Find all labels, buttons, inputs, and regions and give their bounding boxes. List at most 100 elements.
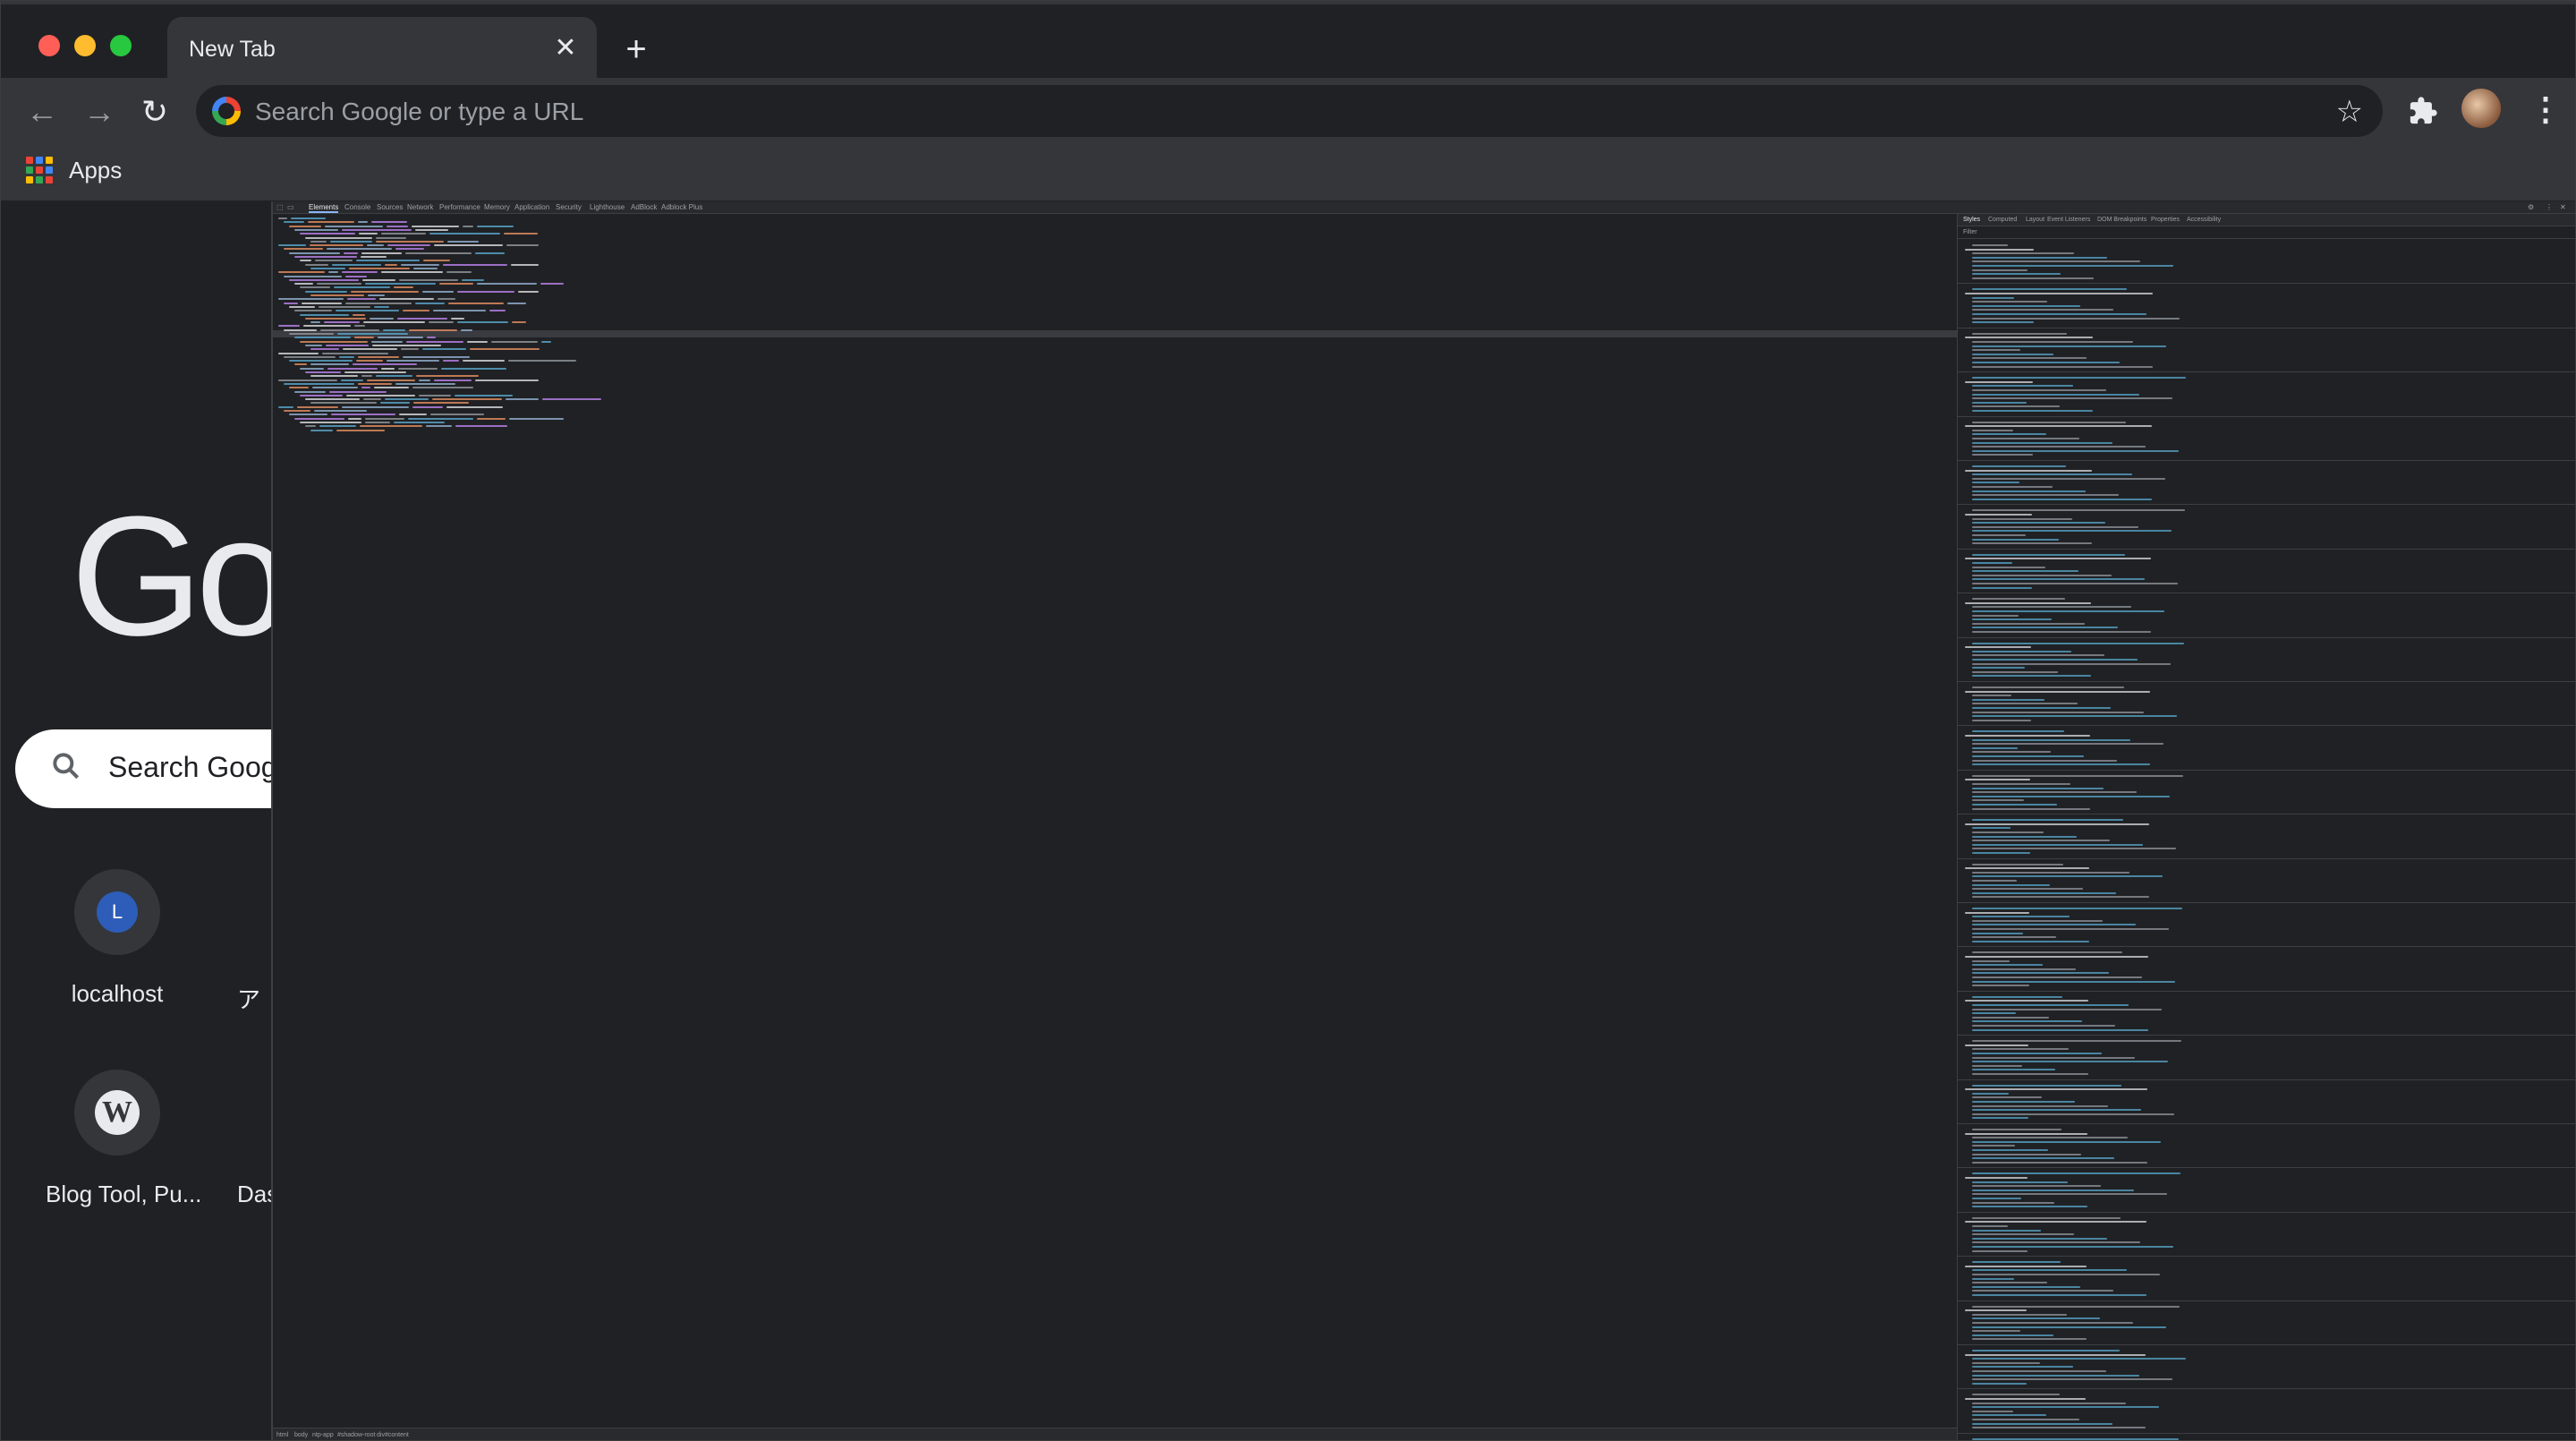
devtools-tab-adblock-plus[interactable]: Adblock Plus [661,203,702,211]
devtools-tab-adblock[interactable]: AdBlock [631,203,657,211]
breadcrumb-item[interactable]: body [294,1432,308,1438]
styles-tab-computed[interactable]: Computed [1988,217,2017,223]
dom-tree-line [409,328,457,331]
styles-tab-properties[interactable]: Properties [2151,217,2180,223]
tab-new-tab[interactable]: New Tab ✕ [167,17,597,81]
dom-tree-line [412,387,473,389]
devtools-device-icon[interactable]: ▭ [287,203,294,211]
style-declaration-line [1965,823,2149,825]
style-declaration-line [1972,353,2053,355]
style-declaration-line [1972,819,2123,822]
window-minimize-button[interactable] [74,35,96,56]
new-tab-button[interactable]: + [618,31,654,69]
dom-tree-line [331,414,395,416]
bookmark-star-icon[interactable]: ☆ [2336,94,2363,130]
style-declaration-line [1972,1427,2146,1429]
devtools-tab-elements[interactable]: Elements [309,203,339,213]
devtools-inspect-icon[interactable]: ⬚ [276,203,284,211]
dom-tree-line [359,233,378,235]
dom-tree-line [462,278,484,281]
back-icon[interactable]: ← [24,94,60,130]
style-rule-separator [1958,1344,2575,1345]
style-declaration-line [1965,469,2092,472]
dom-tree-line [294,337,351,339]
style-declaration-line [1965,779,2030,781]
devtools-tab-performance[interactable]: Performance [439,203,480,211]
style-declaration-line [1972,574,2112,576]
style-declaration-line [1972,349,2020,352]
forward-icon[interactable]: → [81,94,117,130]
style-declaration-line [1972,1378,2172,1381]
dom-tree-line [336,429,385,431]
styles-tab-styles[interactable]: Styles [1963,217,1980,223]
styles-tab-event-listeners[interactable]: Event Listeners [2047,217,2090,223]
shortcut-label-partial[interactable]: ア [237,982,260,1015]
devtools-more-icon[interactable]: ⋮ [2546,203,2553,211]
breadcrumb-item[interactable]: div#content [377,1432,409,1438]
style-declaration-line [1972,1004,2129,1006]
breadcrumb-item[interactable]: ntp-app [312,1432,334,1438]
style-declaration-line [1972,486,2053,488]
styles-tab-dom-breakpoints[interactable]: DOM Breakpoints [2097,217,2147,223]
puzzle-icon[interactable] [2408,96,2438,126]
style-declaration-line [1972,1140,2161,1143]
style-declaration-line [1965,425,2152,428]
devtools-tab-sources[interactable]: Sources [377,203,403,211]
style-declaration-line [1972,542,2092,545]
dom-tree-line [278,379,337,381]
style-declaration-line [1965,1177,2028,1179]
devtools-tab-application[interactable]: Application [514,203,549,211]
shortcut-label-partial[interactable]: Das [237,1181,271,1208]
dom-tree-line [477,225,514,227]
style-declaration-line [1972,1437,2179,1440]
window-maximize-button[interactable] [110,35,132,56]
dom-tree-line [284,382,354,385]
ntp-search-box[interactable]: Search Goog [15,729,271,808]
devtools-tab-network[interactable]: Network [407,203,433,211]
dom-tree-line [305,398,360,401]
styles-filter-input[interactable]: Filter [1958,226,2575,239]
chrome-menu-icon[interactable]: ⋮ [2529,90,2562,128]
tab-close-icon[interactable]: ✕ [550,33,581,64]
dom-tree-line [376,236,406,239]
dom-tree-line [356,360,383,362]
dom-tree-line [324,321,360,324]
reload-icon[interactable]: ↻ [137,94,173,130]
devtools-close-icon[interactable]: ✕ [2560,203,2566,211]
apps-bookmark[interactable]: Apps [69,157,122,184]
shortcut-localhost[interactable]: L localhost [46,869,189,1008]
shortcut-label: localhost [71,980,164,1007]
breadcrumb-item[interactable]: html [276,1432,288,1438]
style-declaration-line [1972,827,2011,830]
styles-tab-layout[interactable]: Layout [2026,217,2045,223]
style-declaration-line [1965,1132,2087,1135]
devtools-tab-lighthouse[interactable]: Lighthouse [590,203,625,211]
apps-grid-icon[interactable] [26,157,53,183]
devtools-tab-console[interactable]: Console [344,203,370,211]
style-declaration-line [1972,1225,2008,1227]
elements-tree[interactable] [273,214,1957,1428]
dom-tree-line [395,248,424,251]
devtools-settings-icon[interactable]: ⚙ [2528,203,2534,211]
dom-tree-line [429,233,500,235]
devtools-tab-memory[interactable]: Memory [484,203,510,211]
style-rule-separator [1958,1167,2575,1169]
dom-tree-line [310,294,364,296]
style-declaration-line [1972,309,2113,311]
address-bar[interactable]: Search Google or type a URL ☆ [196,85,2383,137]
style-declaration-line [1972,730,2064,733]
dom-tree-line [284,328,317,331]
breadcrumb-item[interactable]: #shadow-root [337,1432,375,1438]
style-declaration-line [1965,735,2090,737]
style-declaration-line [1972,1028,2148,1031]
styles-tab-accessibility[interactable]: Accessibility [2187,217,2221,223]
dom-tree-line [405,252,472,254]
devtools-tab-security[interactable]: Security [556,203,582,211]
dom-tree-line [278,298,344,301]
style-declaration-line [1972,1326,2166,1328]
style-rule-separator [1958,1079,2575,1080]
shortcut-blog-tool[interactable]: W Blog Tool, Pu... [46,1070,201,1208]
profile-avatar[interactable] [2461,89,2501,128]
window-close-button[interactable] [38,35,60,56]
style-declaration-line [1972,401,2027,404]
